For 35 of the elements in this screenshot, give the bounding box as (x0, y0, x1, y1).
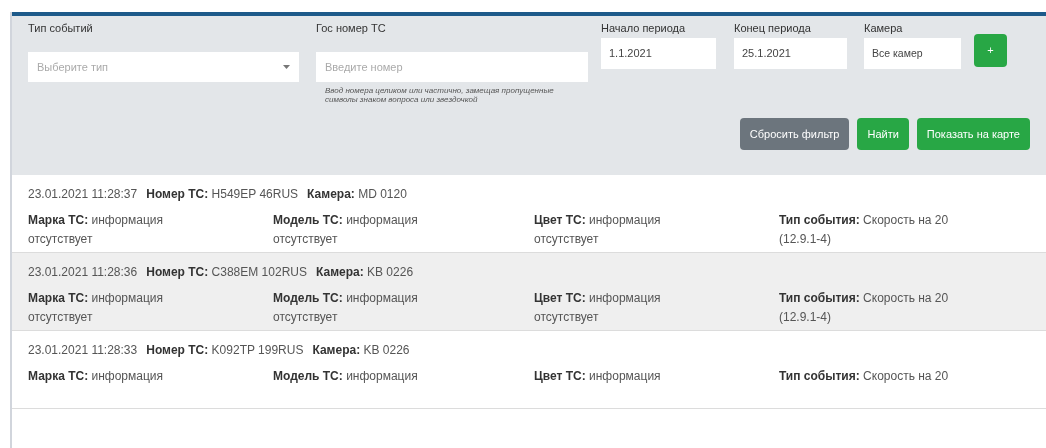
select-placeholder: Выберите тип (37, 59, 109, 75)
event-detail: Марка ТС: информация отсутствует (28, 212, 165, 248)
event-row[interactable]: 23.01.2021 11:28:36 Номер ТС: C388EM 102RUS Камера: KB 0226 Марка ТС: информация отсутствует Модель ТС: информация отсутствует Цвет ТС: информация отсутствует Тип события: Скорость на 20 (12.9.1-4) (12, 253, 1046, 331)
camera-field[interactable]: Все камер (864, 38, 961, 69)
plate-input[interactable]: Введите номер (316, 52, 588, 82)
field-label: Камера (864, 21, 904, 36)
plate-text: Номер ТС: K092TP 199RUS (146, 342, 304, 359)
caret-icon (283, 65, 290, 69)
hint-text: Ввод номера целиком или частично, замещая пропущенные символы знаком вопроса или звездочкой (324, 86, 555, 104)
event-detail: Тип события: Скорость на 20 (779, 368, 950, 385)
start-date-field[interactable]: 1.1.2021 (601, 38, 716, 69)
event-detail: Модель ТС: информация (273, 368, 419, 385)
plate-text: Номер ТС: H549EP 46RUS (146, 186, 299, 203)
camera-text: Камера: KB 0226 (312, 342, 410, 359)
event-detail: Марка ТС: информация (28, 368, 165, 385)
field-label: Гос номер ТС (316, 21, 387, 36)
field-label: Тип событий (28, 21, 94, 36)
camera-text: Камера: KB 0226 (316, 264, 414, 281)
event-time: 23.01.2021 11:28:33 (28, 342, 138, 359)
field-label: Начало периода (601, 21, 687, 36)
event-detail: Модель ТС: информация отсутствует (273, 290, 419, 326)
event-detail: Марка ТС: информация отсутствует (28, 290, 165, 326)
event-detail: Цвет ТС: информация отсутствует (534, 290, 662, 326)
end-date-field[interactable]: 25.1.2021 (734, 38, 847, 69)
event-detail: Модель ТС: информация отсутствует (273, 212, 419, 248)
event-detail: Цвет ТС: информация отсутствует (534, 212, 662, 248)
event-detail: Тип события: Скорость на 20 (12.9.1-4) (779, 290, 950, 326)
field-label: Конец периода (734, 21, 812, 36)
plate-text: Номер ТС: C388EM 102RUS (146, 264, 307, 281)
event-detail: Тип события: Скорость на 20 (12.9.1-4) (779, 212, 950, 248)
event-time: 23.01.2021 11:28:36 (28, 264, 138, 281)
event-time: 23.01.2021 11:28:37 (28, 186, 138, 203)
reset-filter-button[interactable]: Сбросить фильтр (739, 118, 850, 150)
camera-text: Камера: MD 0120 (307, 186, 407, 203)
event-detail: Цвет ТС: информация (534, 368, 662, 385)
